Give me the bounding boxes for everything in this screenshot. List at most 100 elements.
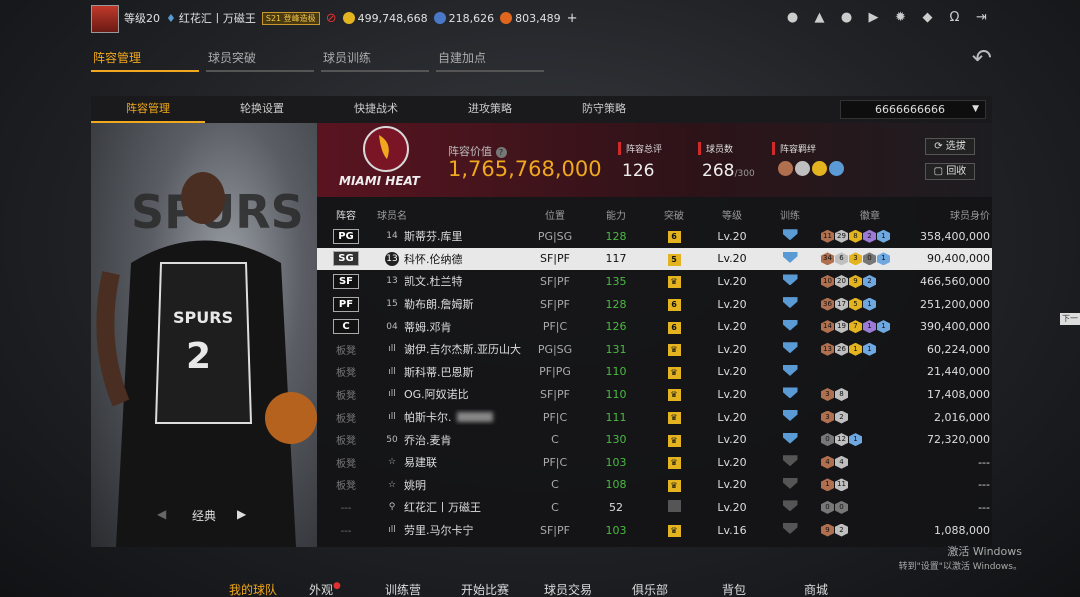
table-row[interactable]: PG 14 斯蒂芬.库里 PG|SG 128 6 Lv.20 11 29 8 2 1 358,400,0… <box>317 225 992 248</box>
table-row[interactable]: 板凳 ☆ 姚明 C 108 ♛ Lv.20 1 11 --- <box>317 474 992 497</box>
lineup-slot[interactable]: --- <box>317 524 375 537</box>
break-cell[interactable]: ♛ <box>645 365 703 379</box>
break-cell[interactable]: ♛ <box>645 410 703 425</box>
train-cell[interactable] <box>761 319 819 334</box>
friends-icon[interactable]: ● <box>840 10 853 25</box>
badges-cell[interactable]: 92 <box>819 523 919 537</box>
player-cell[interactable]: 04 蒂姆.邓肯 <box>375 319 523 335</box>
bond-icons[interactable] <box>778 161 844 176</box>
table-row[interactable]: 板凳 ıll OG.阿奴诺比 SF|PF 110 ♛ Lv.20 3 8 17,408,000 <box>317 383 992 406</box>
headset-icon[interactable]: Ω <box>948 10 961 25</box>
badges-cell[interactable]: 13 26 1 1 <box>819 342 919 356</box>
break-cell[interactable]: ♛ <box>645 387 703 402</box>
lineup-slot[interactable]: 板凳 <box>317 477 375 492</box>
train-cell[interactable] <box>761 455 819 469</box>
header-badges[interactable]: 徽章 <box>819 207 919 222</box>
tab-custom-points[interactable]: 自建加点 <box>436 46 544 72</box>
next-arrow-icon[interactable]: ▶ <box>237 507 246 521</box>
tab-training[interactable]: 球员训练 <box>321 46 429 72</box>
select-button[interactable]: ⟳ 选拔 <box>925 138 975 155</box>
header-break[interactable]: 突破 <box>645 207 703 222</box>
exit-icon[interactable]: ⇥ <box>975 10 988 25</box>
break-cell[interactable]: ♛ <box>645 274 703 289</box>
table-row[interactable]: --- ıll 劳里.马尔卡宁 SF|PF 103 ♛ Lv.16 9 2 1,088,000 <box>317 519 992 542</box>
side-next-tab[interactable]: 下一 <box>1060 313 1080 325</box>
train-cell[interactable] <box>761 500 819 514</box>
header-position[interactable]: 位置 <box>523 207 587 222</box>
tab-lineup[interactable]: 阵容管理 <box>91 46 199 72</box>
username[interactable]: ♦ 红花汇丨万磁王 <box>166 10 256 26</box>
break-cell[interactable]: 6 <box>645 297 703 312</box>
break-cell[interactable]: ♛ <box>645 523 703 538</box>
player-cell[interactable]: ıll 劳里.马尔卡宁 <box>375 522 523 538</box>
player-cell[interactable]: 13 凯文.杜兰特 <box>375 273 523 289</box>
train-cell[interactable] <box>761 297 819 311</box>
table-row[interactable]: SG 13 科怀.伦纳德 SF|PF 117 5 Lv.20 34 6 3 0 1 90,400,000 <box>317 247 992 271</box>
lineup-slot[interactable]: 板凳 <box>317 387 375 402</box>
recycle-button[interactable]: ▢ 回收 <box>925 163 975 180</box>
bottom-shop[interactable]: 商城 <box>804 581 864 597</box>
train-cell[interactable] <box>761 364 819 379</box>
vip-badge[interactable]: S21 登峰造极 <box>261 11 320 25</box>
break-cell[interactable]: 5 <box>645 252 703 266</box>
shield-icon[interactable]: ◆ <box>921 10 934 25</box>
bottom-appearance[interactable]: 外观● <box>309 581 385 597</box>
table-row[interactable]: 板凳 ☆ 易建联 PF|C 103 ♛ Lv.20 4 4 --- <box>317 451 992 474</box>
badges-cell[interactable]: 1 11 <box>819 478 919 492</box>
player-cell[interactable]: ıll 帕斯卡尔. <box>375 409 523 425</box>
break-cell[interactable]: ♛ <box>645 455 703 470</box>
badges-cell[interactable]: 34 6 3 0 1 <box>819 252 919 266</box>
badges-cell[interactable]: 10 20 9 2 <box>819 274 919 288</box>
team-select[interactable]: 6666666666 ▼ <box>840 100 986 119</box>
video-icon[interactable]: ▶ <box>867 10 880 25</box>
badges-cell[interactable]: 0 12 1 <box>819 433 919 447</box>
break-cell[interactable]: 6 <box>645 320 703 334</box>
lineup-slot[interactable]: 板凳 <box>317 410 375 425</box>
header-train[interactable]: 训练 <box>761 207 819 222</box>
player-cell[interactable]: ıll 谢伊.吉尔杰斯.亚历山大 <box>375 341 523 357</box>
table-row[interactable]: 板凳 50 乔治.麦肯 C 130 ♛ Lv.20 0 12 1 72,320,000 <box>317 428 992 451</box>
badges-cell[interactable]: 38 <box>819 387 919 401</box>
player-cell[interactable]: ıll 斯科蒂.巴恩斯 <box>375 364 523 380</box>
bottom-my-team[interactable]: 我的球队 <box>214 581 309 597</box>
train-cell[interactable] <box>761 229 819 243</box>
player-cell[interactable]: 13 科怀.伦纳德 <box>375 251 523 267</box>
tab-breakthrough[interactable]: 球员突破 <box>206 46 314 72</box>
lineup-slot[interactable]: 板凳 <box>317 364 375 379</box>
train-cell[interactable] <box>761 274 819 288</box>
lineup-slot[interactable]: --- <box>317 501 375 514</box>
bell-icon[interactable]: ▲ <box>813 10 826 25</box>
gear-icon[interactable]: ✹ <box>894 10 907 25</box>
train-cell[interactable] <box>761 523 819 537</box>
lineup-slot[interactable]: SF <box>317 273 375 289</box>
table-row[interactable]: 板凳 ıll 斯科蒂.巴恩斯 PF|PG 110 ♛ Lv.20 21,440,000 <box>317 361 992 384</box>
lineup-slot[interactable]: 板凳 <box>317 455 375 470</box>
add-currency-button[interactable]: + <box>567 11 578 26</box>
badges-cell[interactable]: 32 <box>819 410 919 424</box>
table-row[interactable]: --- ⚲ 红花汇丨万磁王 C 52 Lv.20 0 0 --- <box>317 496 992 519</box>
player-cell[interactable]: 15 勒布朗.詹姆斯 <box>375 296 523 312</box>
bottom-bag[interactable]: 背包 <box>722 581 804 597</box>
bottom-club[interactable]: 俱乐部 <box>632 581 722 597</box>
badges-cell[interactable]: 11 29 8 2 1 <box>819 229 919 243</box>
player-cell[interactable]: 14 斯蒂芬.库里 <box>375 228 523 244</box>
subtab-tactics[interactable]: 快捷战术 <box>319 96 433 123</box>
subtab-lineup[interactable]: 阵容管理 <box>91 96 205 123</box>
subtab-offense[interactable]: 进攻策略 <box>433 96 547 123</box>
header-ability[interactable]: 能力 <box>587 207 645 222</box>
break-cell[interactable]: ♛ <box>645 433 703 447</box>
badges-cell[interactable]: 00 <box>819 500 919 514</box>
train-cell[interactable] <box>761 342 819 356</box>
back-arrow-icon[interactable]: ↶ <box>972 44 992 72</box>
break-cell[interactable]: 6 <box>645 229 703 244</box>
lineup-slot[interactable]: PG <box>317 228 375 244</box>
subtab-defense[interactable]: 防守策略 <box>547 96 661 123</box>
lineup-slot[interactable]: SG <box>317 251 375 267</box>
train-cell[interactable] <box>761 477 819 492</box>
player-cell[interactable]: ☆ 易建联 <box>375 454 523 470</box>
no-entry-icon[interactable]: ⊘ <box>326 11 337 26</box>
badges-cell[interactable]: 14 19 7 1 1 <box>819 320 919 334</box>
lineup-slot[interactable]: C <box>317 319 375 335</box>
table-row[interactable]: 板凳 ıll 谢伊.吉尔杰斯.亚历山大 PG|SG 131 ♛ Lv.20 13 26 1 1 60,… <box>317 338 992 361</box>
header-level[interactable]: 等级 <box>703 207 761 222</box>
